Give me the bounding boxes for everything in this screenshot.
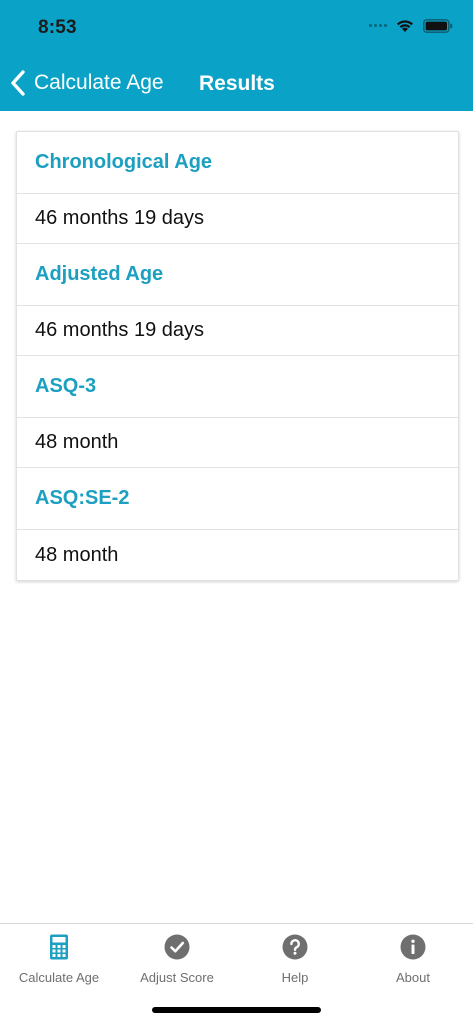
cellular-signal-icon bbox=[369, 24, 387, 27]
tab-help-label: Help bbox=[281, 970, 309, 985]
tab-about[interactable]: About bbox=[354, 934, 472, 994]
asq3-value: 48 month bbox=[17, 418, 458, 468]
status-icons bbox=[369, 18, 453, 33]
status-time: 8:53 bbox=[38, 17, 77, 38]
tab-adjust-score-label: Adjust Score bbox=[140, 970, 214, 985]
chronological-age-value: 46 months 19 days bbox=[17, 194, 458, 244]
back-button[interactable]: Calculate Age bbox=[8, 66, 164, 100]
chevron-left-icon bbox=[11, 70, 25, 96]
results-card: Chronological Age 46 months 19 days Adju… bbox=[16, 131, 459, 581]
results-screen: 8:53 Calculate Age Results Chronological… bbox=[0, 0, 473, 1024]
wifi-icon bbox=[397, 20, 413, 32]
tab-calculate-age[interactable]: Calculate Age bbox=[0, 934, 118, 994]
question-circle-icon bbox=[282, 934, 308, 960]
back-button-label: Calculate Age bbox=[34, 71, 164, 94]
info-circle-icon bbox=[400, 934, 426, 960]
tab-adjust-score[interactable]: Adjust Score bbox=[118, 934, 236, 994]
checkmark-circle-icon bbox=[164, 934, 190, 960]
calculator-icon bbox=[50, 934, 68, 960]
tab-calculate-age-label: Calculate Age bbox=[18, 970, 100, 985]
tab-help[interactable]: Help bbox=[236, 934, 354, 994]
adjusted-age-value: 46 months 19 days bbox=[17, 306, 458, 356]
asq-se2-heading: ASQ:SE-2 bbox=[17, 468, 458, 530]
chronological-age-heading: Chronological Age bbox=[17, 132, 458, 194]
header: 8:53 Calculate Age Results bbox=[0, 0, 473, 111]
adjusted-age-heading: Adjusted Age bbox=[17, 244, 458, 306]
tab-about-label: About bbox=[396, 970, 430, 985]
navigation-bar: Calculate Age Results bbox=[0, 56, 473, 111]
asq3-heading: ASQ-3 bbox=[17, 356, 458, 418]
home-indicator bbox=[152, 1007, 321, 1013]
status-bar: 8:53 bbox=[0, 0, 473, 56]
asq-se2-value: 48 month bbox=[35, 543, 119, 566]
battery-icon bbox=[423, 18, 453, 33]
page-title: Results bbox=[199, 72, 275, 95]
